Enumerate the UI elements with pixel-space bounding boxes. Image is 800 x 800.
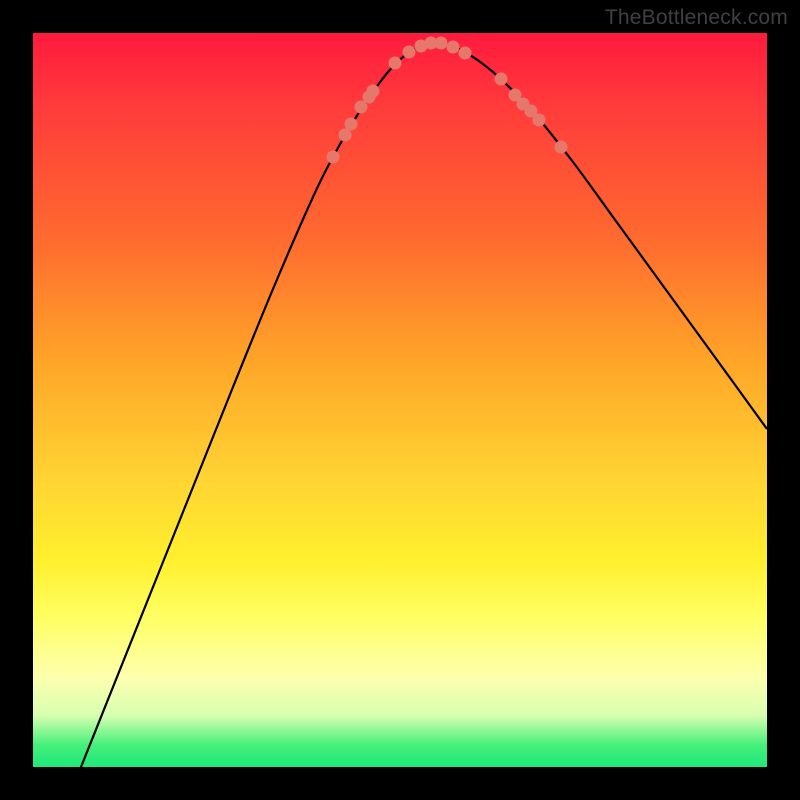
marker-point xyxy=(459,47,472,60)
chart-frame: TheBottleneck.com xyxy=(0,0,800,800)
marker-point xyxy=(403,46,416,59)
plot-area xyxy=(33,33,767,767)
marker-point xyxy=(495,73,508,86)
highlight-markers xyxy=(327,37,568,164)
marker-point xyxy=(339,129,352,142)
marker-point xyxy=(367,85,380,98)
watermark-text: TheBottleneck.com xyxy=(605,6,788,30)
marker-point xyxy=(447,41,460,54)
marker-point xyxy=(345,118,358,131)
marker-point xyxy=(327,151,340,164)
marker-point xyxy=(533,114,546,127)
bottleneck-curve xyxy=(81,42,767,767)
curve-svg xyxy=(33,33,767,767)
marker-point xyxy=(555,141,568,154)
marker-point xyxy=(389,57,402,70)
marker-point xyxy=(435,37,448,50)
